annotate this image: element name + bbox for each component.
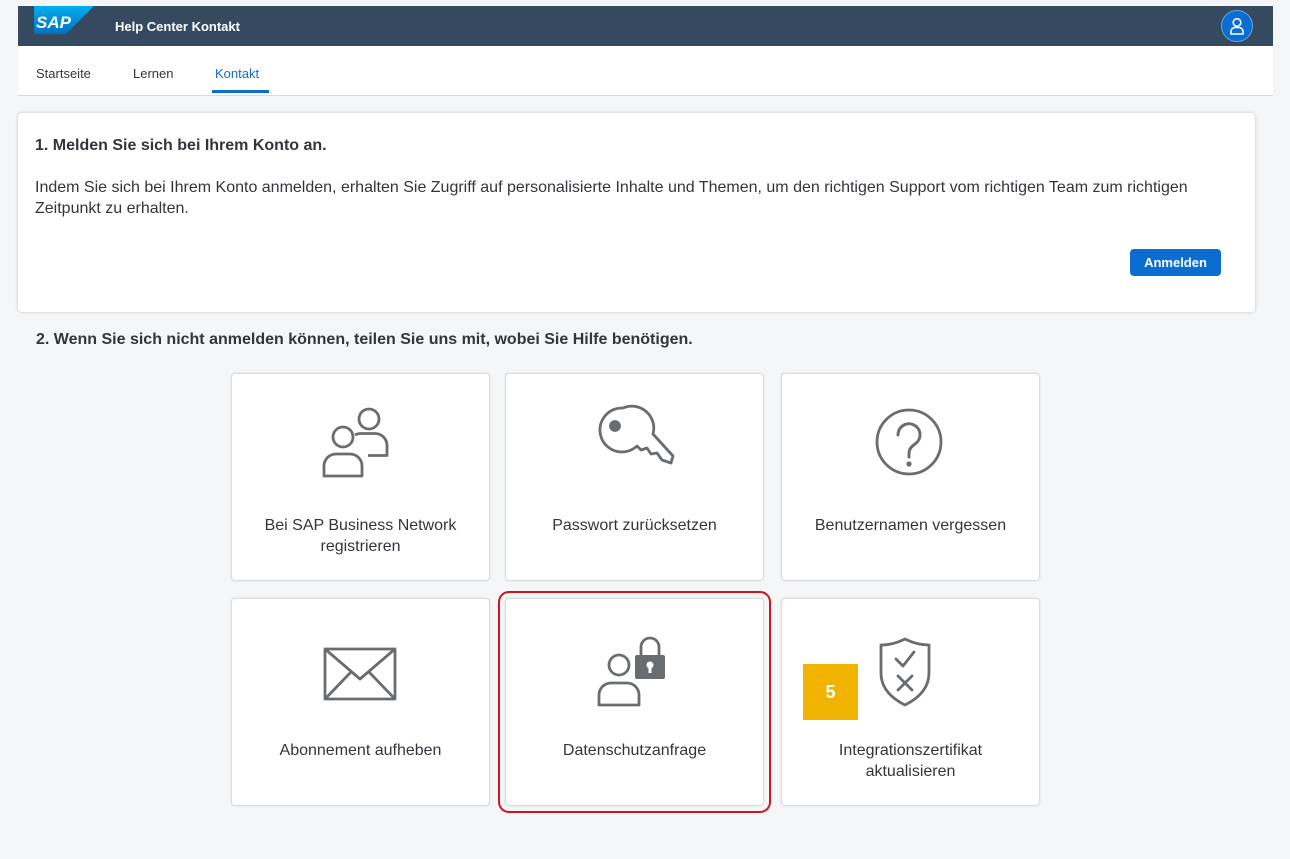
- tile-register-business-network[interactable]: Bei SAP Business Network registrieren: [231, 373, 490, 581]
- tile-label: Bei SAP Business Network registrieren: [264, 517, 457, 555]
- user-icon: [1230, 17, 1244, 35]
- login-button[interactable]: Anmelden: [1130, 249, 1221, 276]
- users-icon: [322, 407, 388, 478]
- login-card: 1. Melden Sie sich bei Ihrem Konto an. I…: [18, 113, 1255, 312]
- tile-label: Abonnement aufheben: [279, 742, 442, 759]
- nav-item-startseite[interactable]: Startseite: [36, 66, 91, 81]
- tile-privacy-request[interactable]: Datenschutzanfrage: [498, 591, 771, 813]
- tile-label: Benutzernamen vergessen: [814, 517, 1007, 534]
- question-circle-icon: [875, 408, 942, 476]
- envelope-icon: [323, 647, 396, 701]
- shield-check-icon: [879, 637, 930, 707]
- nav-item-lernen[interactable]: Lernen: [133, 66, 173, 81]
- tile-reset-password[interactable]: Passwort zurücksetzen: [505, 373, 764, 581]
- step-badge: 5: [803, 664, 858, 720]
- svg-text:SAP: SAP: [36, 13, 72, 32]
- user-avatar[interactable]: [1221, 10, 1253, 42]
- user-lock-icon: [597, 636, 665, 707]
- section-2-title: 2. Wenn Sie sich nicht anmelden können, …: [36, 331, 693, 348]
- shell-bar: SAP Help Center Kontakt: [18, 6, 1273, 46]
- app-title: Help Center Kontakt: [115, 19, 240, 34]
- login-card-text: Indem Sie sich bei Ihrem Konto anmelden,…: [35, 179, 1188, 217]
- key-icon: [598, 404, 674, 465]
- login-card-title: 1. Melden Sie sich bei Ihrem Konto an.: [35, 137, 327, 154]
- active-tab-indicator: [212, 90, 269, 93]
- nav-item-kontakt[interactable]: Kontakt: [215, 66, 259, 81]
- tile-label: Passwort zurücksetzen: [552, 517, 717, 534]
- tile-label: Integrationszertifikat aktualisieren: [838, 742, 983, 780]
- top-navigation: Startseite Lernen Kontakt: [18, 46, 1273, 96]
- tile-label: Datenschutzanfrage: [562, 742, 707, 759]
- tile-unsubscribe[interactable]: Abonnement aufheben: [231, 598, 490, 806]
- sap-logo[interactable]: SAP: [34, 6, 94, 34]
- tile-forgot-username[interactable]: Benutzernamen vergessen: [781, 373, 1040, 581]
